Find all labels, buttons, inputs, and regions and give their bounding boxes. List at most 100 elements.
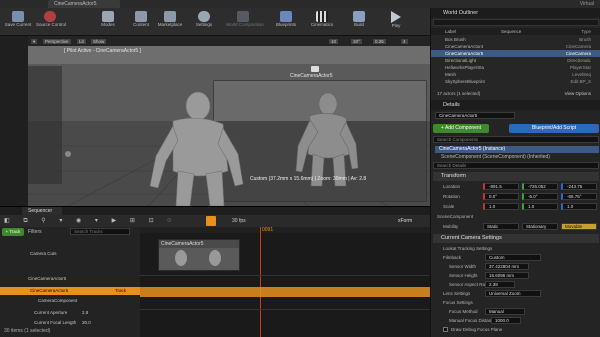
app-label: Virtual — [579, 1, 594, 7]
level-tab[interactable]: CineCameraActor5 — [48, 0, 120, 8]
viewport-options-button[interactable]: ▾ — [30, 38, 39, 45]
focus-method-dropdown[interactable]: Manual — [485, 308, 525, 315]
cinematics-button[interactable]: Cinematics — [308, 10, 336, 34]
pilot-label: [ Pilot Active - CineCameraActor5 ] — [64, 48, 141, 54]
rotation-z-input[interactable]: -65.75° — [561, 193, 597, 200]
sensor-width-input[interactable]: 37.422804 mm — [485, 263, 529, 270]
sensor-aspect-row: Sensor Aspect Ratio 2.39 — [433, 280, 599, 289]
rotation-x-input[interactable]: 0.0° — [483, 193, 519, 200]
grid-snap[interactable]: 10 — [328, 38, 340, 45]
outliner-row[interactable]: HeliworksPlayerSta PlayerStar — [431, 64, 600, 71]
items-footer: 30 items (1 selected) — [4, 328, 51, 334]
play-icon — [391, 11, 401, 23]
left-panel-strip — [0, 36, 28, 206]
level-viewport[interactable]: [ Pilot Active - CineCameraActor5 ] Cine… — [28, 36, 430, 206]
location-z-input[interactable]: -243.75 — [561, 183, 597, 190]
build-button[interactable]: Build — [345, 10, 373, 34]
track-row-selected[interactable]: CineCameraActor5 Track — [0, 287, 140, 295]
scale-x-input[interactable]: 1.0 — [483, 203, 519, 210]
scale-z-input[interactable]: 1.0 — [561, 203, 597, 210]
camera-info: Custom (37.2mm x 15.6mm) | Zoom: 30mm | … — [250, 176, 367, 182]
add-component-button[interactable]: + Add Component — [433, 124, 489, 133]
track-row[interactable]: CineCameraActor5 — [0, 275, 140, 283]
blueprint-script-button[interactable]: Blueprint/Add Script — [509, 124, 599, 133]
track-row[interactable]: Current Aperture 2.8 — [0, 309, 140, 317]
filmback-dropdown[interactable]: Custom — [485, 254, 541, 261]
manual-focus-row: Manual Focus Distance 1000.0 — [433, 316, 599, 325]
view-options-button[interactable]: View Options — [565, 90, 591, 97]
camera-speed[interactable]: 4 — [400, 38, 409, 45]
playhead[interactable] — [260, 227, 261, 337]
outliner-row[interactable]: CineCameraActor4 CineCamera — [431, 43, 600, 50]
rotation-snap[interactable]: 10° — [350, 38, 363, 45]
scene-component-row[interactable]: SceneComponent (SceneComponent) (Inherit… — [441, 154, 550, 161]
settings-button[interactable]: Settings — [190, 10, 218, 34]
title-bar: CineCameraActor5 Virtual — [0, 0, 600, 8]
actor-name-field[interactable]: CineCameraActor5 — [435, 112, 515, 119]
track-row[interactable]: Current Focal Length 30.0 — [0, 319, 140, 327]
camera-cut-clip[interactable]: CineCameraActor5 — [158, 239, 240, 271]
sensor-width-row: Sensor Width 37.422804 mm — [433, 262, 599, 271]
outliner-search-input[interactable] — [433, 19, 599, 26]
view-mode-dropdown[interactable]: Lit — [76, 38, 87, 45]
content-button[interactable]: Content — [127, 10, 155, 34]
world-icon — [237, 11, 249, 22]
sensor-aspect-field: 2.39 — [485, 281, 515, 288]
details-title: Details — [431, 100, 600, 110]
current-frame: 0091 — [262, 227, 274, 233]
outliner-row[interactable]: Box Brush Brush — [431, 36, 600, 43]
content-icon — [135, 11, 147, 22]
fps-dropdown[interactable]: 30 fps — [232, 218, 246, 224]
scale-snap[interactable]: 0.25 — [372, 38, 387, 45]
scale-y-input[interactable]: 1.0 — [522, 203, 558, 210]
mobility-movable-button[interactable]: Movable — [561, 223, 597, 230]
save-icon — [12, 11, 24, 22]
manual-focus-input[interactable]: 1000.0 — [491, 317, 521, 324]
add-track-button[interactable]: + Track — [2, 228, 24, 236]
details-panel: Details CineCameraActor5 + Add Component… — [430, 100, 600, 337]
track-add-button[interactable]: Track — [115, 287, 126, 295]
perspective-dropdown[interactable]: Perspective — [42, 38, 72, 45]
draw-debug-checkbox[interactable] — [443, 327, 448, 332]
root-component-row[interactable]: CineCameraActor5 (Instance) — [435, 146, 599, 153]
mobility-static-button[interactable]: Static — [483, 223, 519, 230]
search-tracks-input[interactable]: Search Tracks — [70, 228, 130, 235]
rotation-y-input[interactable]: -5.0° — [522, 193, 558, 200]
location-row: Location -891.5 -726.052 -243.75 — [433, 182, 599, 191]
lens-dropdown[interactable]: Universal Zoom — [485, 290, 541, 297]
time-ruler[interactable] — [140, 227, 430, 233]
transform-section[interactable]: Transform — [433, 172, 599, 181]
marketplace-button[interactable]: Marketplace — [156, 10, 184, 34]
outliner-footer: 17 actors (1 selected) View Options — [437, 90, 591, 97]
blueprints-button[interactable]: Blueprints — [272, 10, 300, 34]
track-row[interactable]: CameraComponent — [0, 297, 140, 305]
world-composition-button[interactable]: World Composition — [226, 10, 264, 34]
filmback-row: Filmback Custom — [433, 253, 599, 262]
sensor-height-input[interactable]: 15.6096 mm — [485, 272, 529, 279]
outliner-row-selected[interactable]: CineCameraActor5 CineCamera — [431, 50, 600, 57]
sequencer-timeline[interactable]: 0091 CineCameraActor5 — [140, 227, 430, 337]
track-row[interactable]: Camera Cuts — [0, 247, 140, 261]
modes-icon — [102, 11, 114, 22]
search-components-input[interactable]: Search Components — [433, 136, 599, 143]
show-dropdown[interactable]: Show — [90, 38, 108, 45]
outliner-row[interactable]: Mesh LevelSeq — [431, 71, 600, 78]
modes-button[interactable]: Modes — [94, 10, 122, 34]
current-camera-settings-section[interactable]: Current Camera Settings — [433, 234, 599, 243]
cinematics-icon — [316, 11, 328, 22]
save-button[interactable]: Save Current — [4, 10, 32, 34]
outliner-row[interactable]: SkySphereBlueprint Edit BP_S — [431, 78, 600, 85]
selected-track-bar[interactable] — [140, 287, 430, 297]
location-x-input[interactable]: -891.5 — [483, 183, 519, 190]
filters-dropdown[interactable]: Filters — [28, 229, 42, 235]
outliner-row[interactable]: DirectionalLight DirectionalL — [431, 57, 600, 64]
snap-magnet-icon[interactable] — [206, 216, 216, 226]
sequencer-tab[interactable]: Sequencer — [22, 207, 62, 215]
sensor-height-row: Sensor Height 15.6096 mm — [433, 271, 599, 280]
source-control-button[interactable]: Source Control — [36, 10, 66, 34]
sequencer-toolbar-icons[interactable]: ◧ ⧉ ⚲ ▾ ◉ ▾ ▶ ⊞ ⊡ ⬦ — [4, 217, 224, 225]
location-y-input[interactable]: -726.052 — [522, 183, 558, 190]
play-button[interactable]: Play — [382, 10, 410, 34]
search-details-input[interactable]: Search Details — [433, 162, 599, 169]
mobility-stationary-button[interactable]: Stationary — [522, 223, 558, 230]
